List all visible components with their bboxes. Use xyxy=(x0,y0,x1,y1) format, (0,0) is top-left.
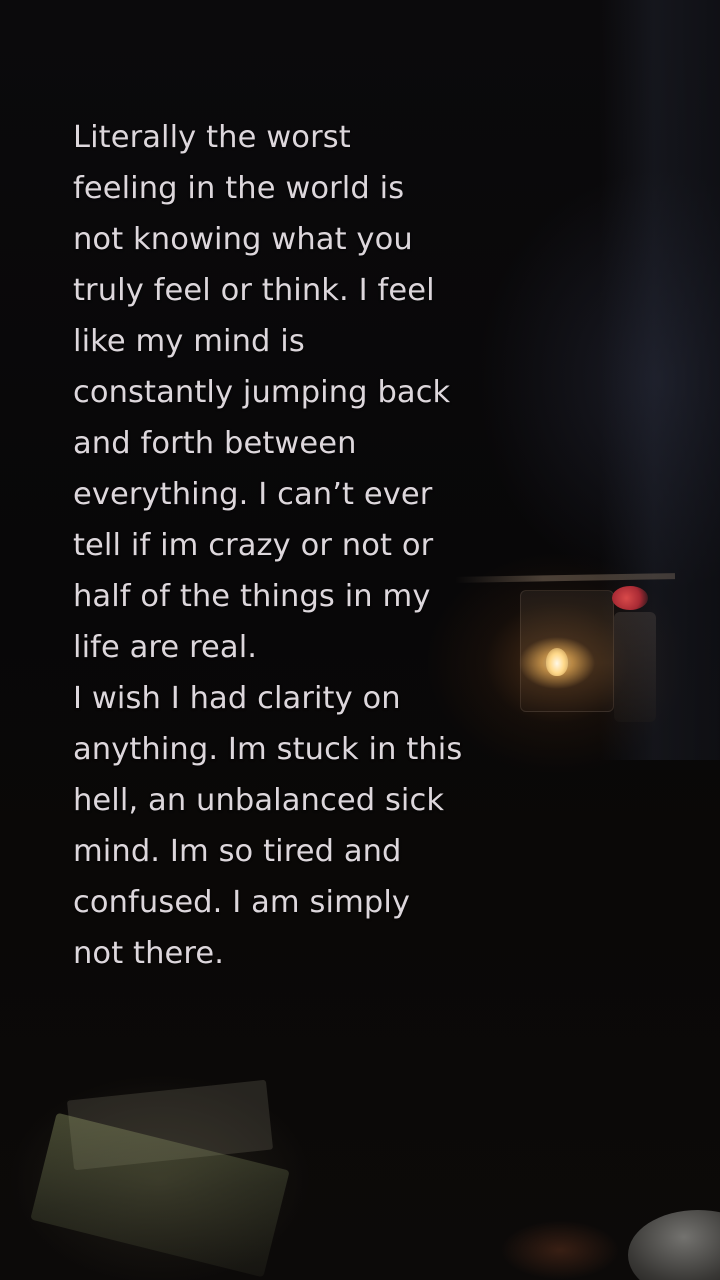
story-line: I wish I had clarity on xyxy=(73,681,401,716)
story-line: not there. xyxy=(73,936,225,971)
story-line: life are real. xyxy=(73,630,258,665)
story-line: everything. I can’t ever xyxy=(73,477,433,512)
lamp-glow-image xyxy=(500,1220,620,1280)
story-line: mind. Im so tired and xyxy=(73,834,402,869)
story-canvas: Literally the worst feeling in the world… xyxy=(0,0,720,1280)
candle-flame-image xyxy=(546,648,568,676)
story-line: not knowing what you xyxy=(73,222,413,257)
bowl-image xyxy=(628,1210,720,1280)
story-line: truly feel or think. I feel xyxy=(73,273,435,308)
story-line: Literally the worst xyxy=(73,120,351,155)
story-line: confused. I am simply xyxy=(73,885,411,920)
story-line: anything. Im stuck in this xyxy=(73,732,463,767)
flower-image xyxy=(612,586,648,610)
story-line: and forth between xyxy=(73,426,357,461)
story-line: tell if im crazy or not or xyxy=(73,528,434,563)
vase-image xyxy=(614,612,656,722)
story-line: hell, an unbalanced sick xyxy=(73,783,445,818)
story-line: feeling in the world is xyxy=(73,171,405,206)
story-line: constantly jumping back xyxy=(73,375,451,410)
story-line: like my mind is xyxy=(73,324,305,359)
story-line: half of the things in my xyxy=(73,579,431,614)
story-text-overlay: Literally the worst feeling in the world… xyxy=(73,112,543,979)
